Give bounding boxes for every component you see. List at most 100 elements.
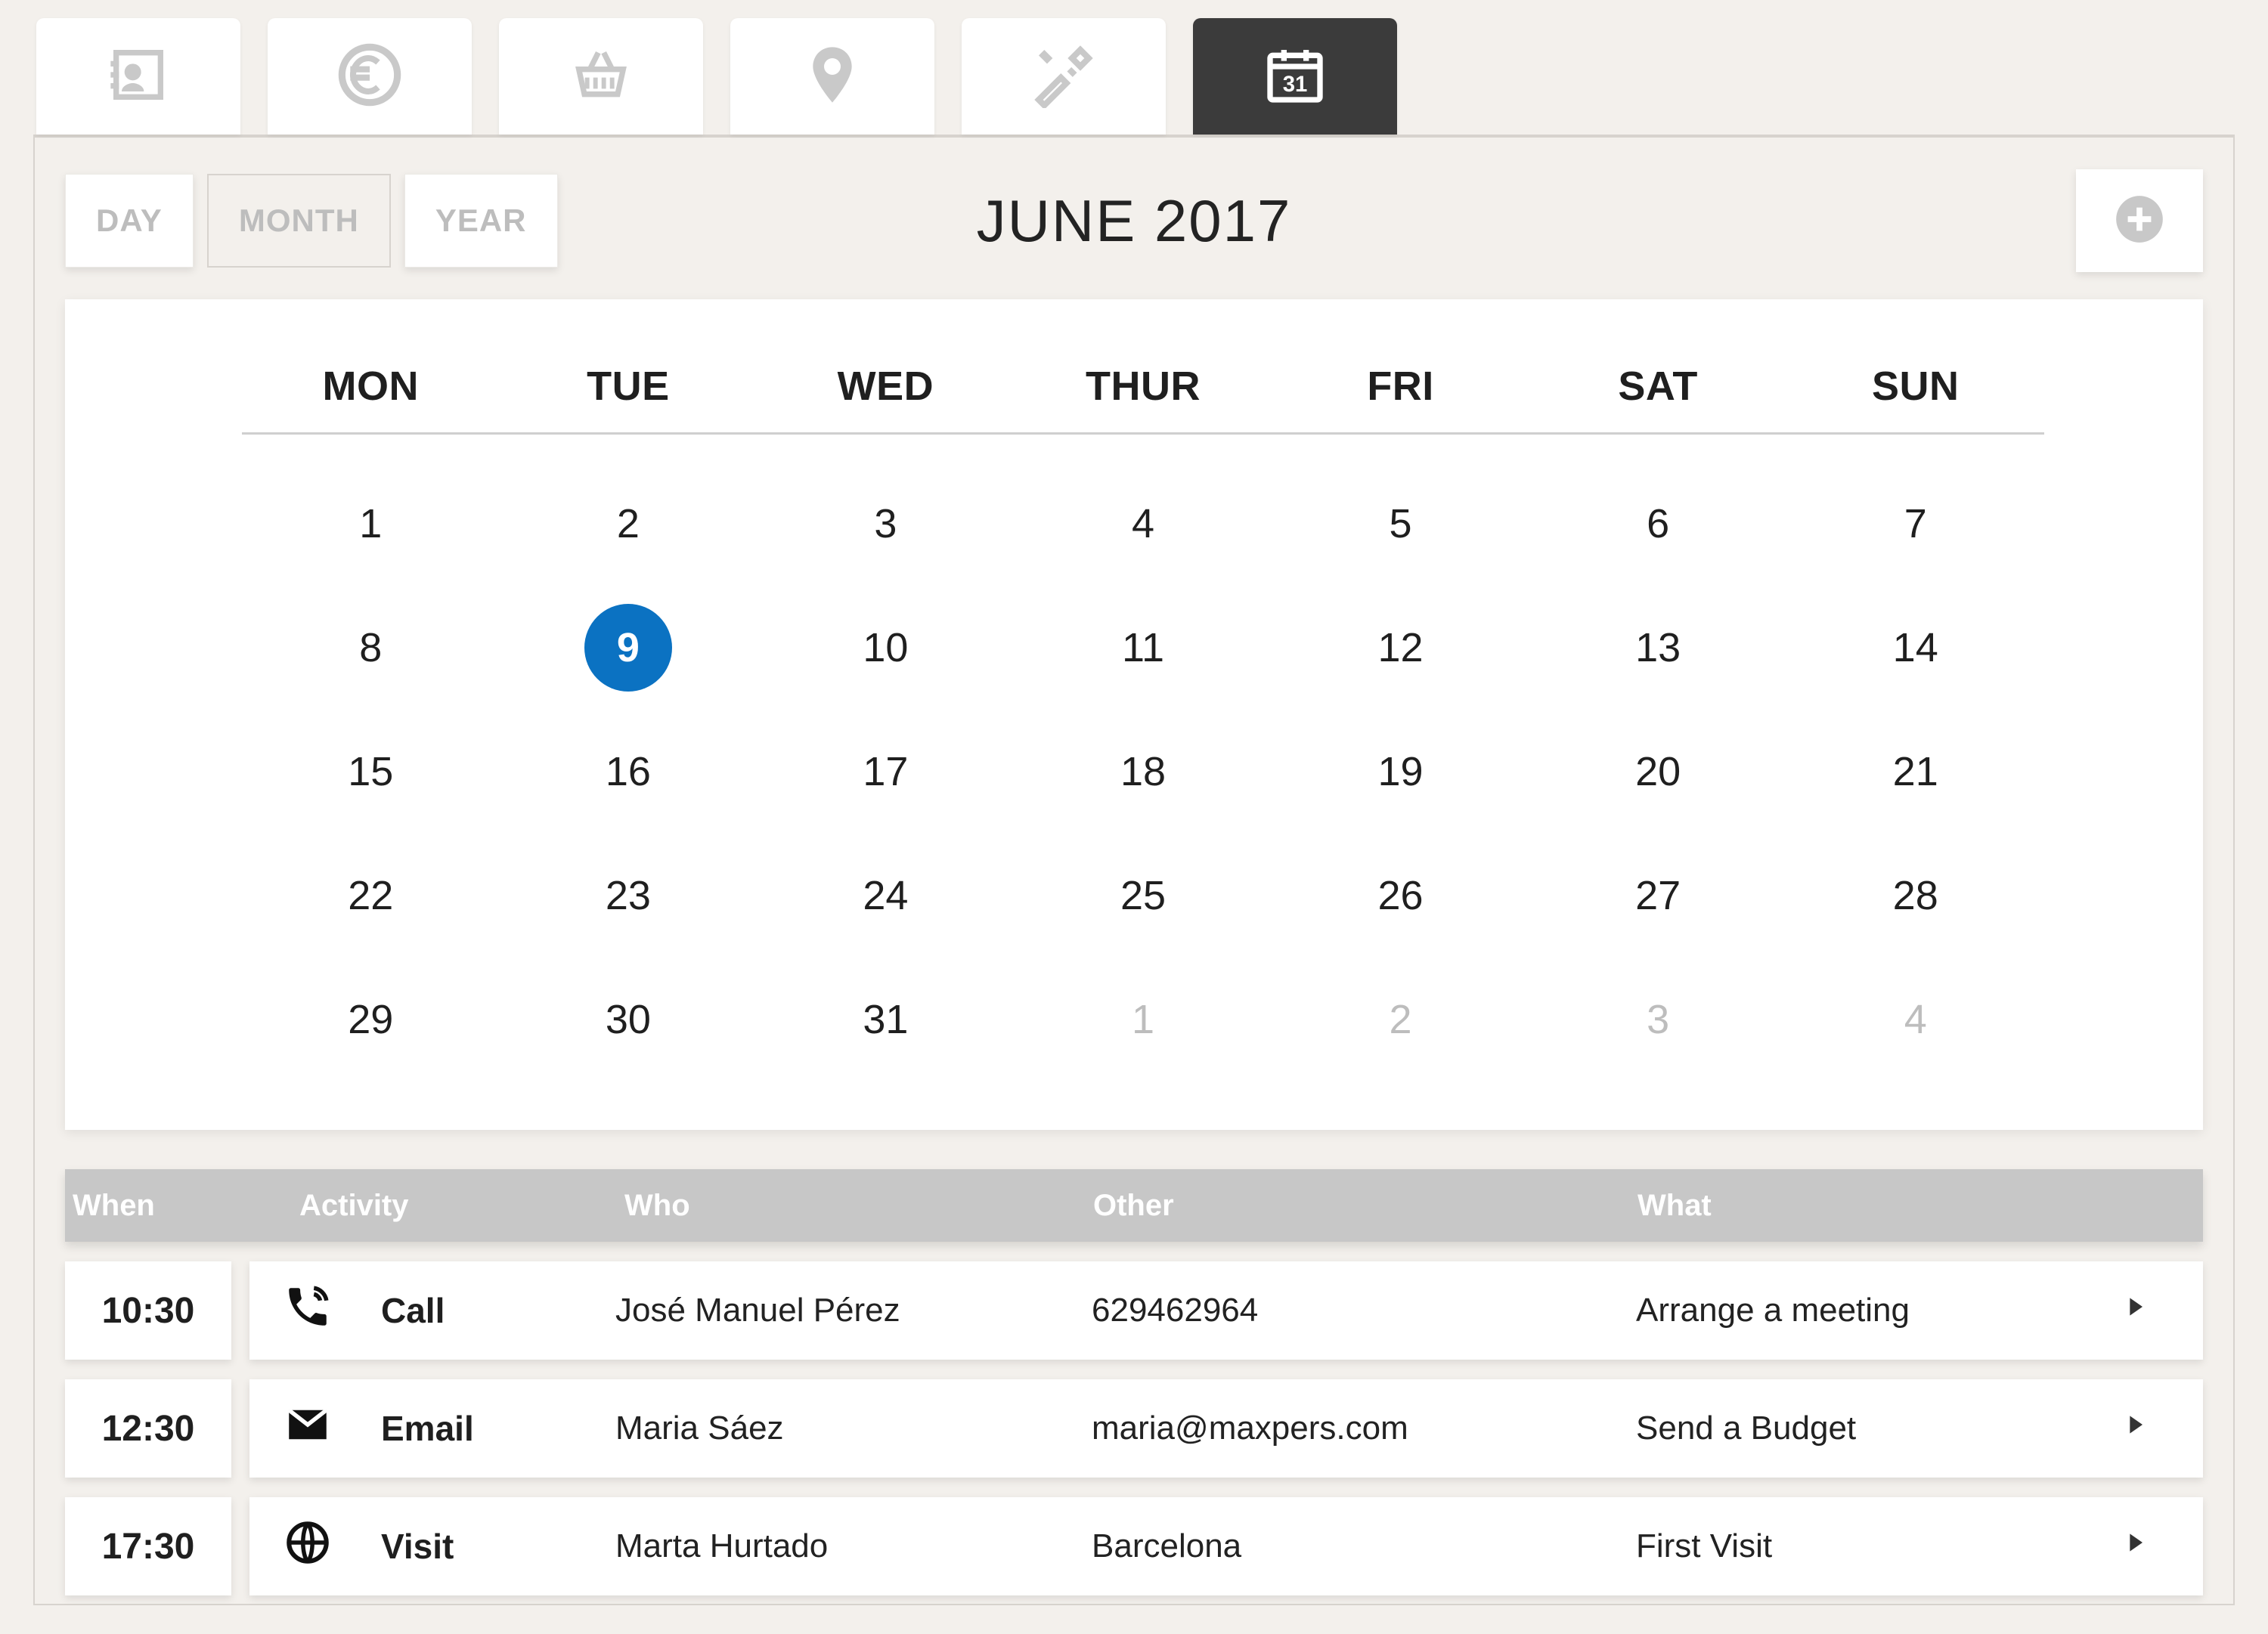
billing-tab[interactable]	[268, 18, 472, 135]
calendar-day[interactable]: 3	[757, 462, 1015, 586]
event-row-container: 10:30CallJosé Manuel Pérez629462964Arran…	[65, 1261, 2203, 1360]
chevron-right-icon[interactable]	[2120, 1527, 2188, 1566]
tools-icon	[1030, 42, 1097, 112]
calendar-day[interactable]: 23	[500, 834, 758, 958]
calendar-weekday-header: MON TUE WED THUR FRI SAT SUN	[242, 348, 2044, 435]
view-switcher: DAY MONTH YEAR	[65, 174, 558, 268]
event-row-container: 12:30EmailMaria Sáezmaria@maxpers.comSen…	[65, 1379, 2203, 1478]
weekday-wed: WED	[757, 363, 1015, 410]
calendar-day[interactable]: 8	[242, 586, 500, 710]
contacts-tab[interactable]	[36, 18, 240, 135]
event-activity: Call	[381, 1290, 615, 1331]
top-tabbar: 31	[33, 18, 2235, 135]
calendar-day[interactable]: 13	[1529, 586, 1787, 710]
view-year-button[interactable]: YEAR	[404, 174, 558, 268]
events-section: When Activity Who Other What 10:30CallJo…	[65, 1169, 2203, 1595]
calendar-day-selected[interactable]: 9	[584, 604, 672, 692]
calendar-day[interactable]: 3	[1529, 958, 1787, 1082]
col-who: Who	[624, 1189, 1093, 1223]
calendar-day[interactable]: 22	[242, 834, 500, 958]
calendar-day[interactable]: 31	[757, 958, 1015, 1082]
event-other: Barcelona	[1092, 1527, 1636, 1565]
weekday-sat: SAT	[1529, 363, 1787, 410]
calendar-day[interactable]: 6	[1529, 462, 1787, 586]
event-activity: Visit	[381, 1526, 615, 1567]
calendar-day[interactable]: 4	[1015, 462, 1272, 586]
calendar-day[interactable]: 2	[500, 462, 758, 586]
calendar-day[interactable]: 26	[1272, 834, 1529, 958]
event-row[interactable]: CallJosé Manuel Pérez629462964Arrange a …	[249, 1261, 2203, 1360]
euro-icon	[336, 42, 403, 112]
phone-icon	[283, 1282, 381, 1340]
weekday-fri: FRI	[1272, 363, 1529, 410]
event-who: José Manuel Pérez	[615, 1292, 1092, 1329]
calendar-day[interactable]: 10	[757, 586, 1015, 710]
col-what: What	[1637, 1189, 2180, 1223]
event-other: maria@maxpers.com	[1092, 1410, 1636, 1447]
event-time[interactable]: 12:30	[65, 1379, 231, 1478]
calendar-day[interactable]: 12	[1272, 586, 1529, 710]
col-activity: Activity	[299, 1189, 624, 1223]
col-other: Other	[1093, 1189, 1637, 1223]
calendar-tab[interactable]: 31	[1193, 18, 1397, 135]
chevron-right-icon[interactable]	[2120, 1292, 2188, 1330]
calendar-day[interactable]: 11	[1015, 586, 1272, 710]
view-month-button[interactable]: MONTH	[207, 174, 391, 268]
calendar-day[interactable]: 21	[1786, 710, 2044, 834]
weekday-tue: TUE	[500, 363, 758, 410]
weekday-sun: SUN	[1786, 363, 2044, 410]
calendar-day[interactable]: 25	[1015, 834, 1272, 958]
calendar-day[interactable]: 4	[1786, 958, 2044, 1082]
weekday-thur: THUR	[1015, 363, 1272, 410]
calendar-day[interactable]: 17	[757, 710, 1015, 834]
calendar-day[interactable]: 18	[1015, 710, 1272, 834]
event-time[interactable]: 17:30	[65, 1497, 231, 1595]
mail-icon	[283, 1400, 381, 1458]
view-row: DAY MONTH YEAR JUNE 2017	[65, 159, 2203, 283]
calendar-day[interactable]: 14	[1786, 586, 2044, 710]
calendar-day[interactable]: 16	[500, 710, 758, 834]
calendar-day[interactable]: 28	[1786, 834, 2044, 958]
calendar-day[interactable]: 29	[242, 958, 500, 1082]
view-day-button[interactable]: DAY	[65, 174, 194, 268]
calendar-day[interactable]: 15	[242, 710, 500, 834]
calendar-day[interactable]: 30	[500, 958, 758, 1082]
plus-icon	[2112, 191, 2167, 251]
calendar-grid: MON TUE WED THUR FRI SAT SUN 12345678910…	[65, 299, 2203, 1130]
event-time[interactable]: 10:30	[65, 1261, 231, 1360]
calendar-days: 1234567891011121314151617181920212223242…	[242, 435, 2044, 1082]
event-other: 629462964	[1092, 1292, 1636, 1329]
calendar-day[interactable]: 7	[1786, 462, 2044, 586]
orders-tab[interactable]	[499, 18, 703, 135]
locations-tab[interactable]	[730, 18, 934, 135]
tools-tab[interactable]	[962, 18, 1166, 135]
calendar-day[interactable]: 1	[1015, 958, 1272, 1082]
event-activity: Email	[381, 1408, 615, 1449]
event-what: Arrange a meeting	[1636, 1292, 2120, 1329]
calendar-day[interactable]: 24	[757, 834, 1015, 958]
basket-icon	[568, 42, 634, 112]
event-who: Marta Hurtado	[615, 1527, 1092, 1565]
event-what: First Visit	[1636, 1527, 2120, 1565]
event-what: Send a Budget	[1636, 1410, 2120, 1447]
calendar-day[interactable]: 19	[1272, 710, 1529, 834]
col-when: When	[73, 1189, 299, 1223]
events-header: When Activity Who Other What	[65, 1169, 2203, 1242]
add-event-button[interactable]	[2076, 169, 2203, 272]
calendar-panel: DAY MONTH YEAR JUNE 2017 MON TUE WED THU…	[33, 135, 2235, 1605]
calendar-day[interactable]: 27	[1529, 834, 1787, 958]
event-row[interactable]: VisitMarta HurtadoBarcelonaFirst Visit	[249, 1497, 2203, 1595]
globe-icon	[283, 1518, 381, 1576]
contact-card-icon	[105, 42, 172, 112]
svg-text:31: 31	[1283, 72, 1308, 97]
event-row[interactable]: EmailMaria Sáezmaria@maxpers.comSend a B…	[249, 1379, 2203, 1478]
event-who: Maria Sáez	[615, 1410, 1092, 1447]
calendar-day[interactable]: 9	[500, 586, 758, 710]
chevron-right-icon[interactable]	[2120, 1410, 2188, 1448]
calendar-day[interactable]: 20	[1529, 710, 1787, 834]
calendar-day[interactable]: 1	[242, 462, 500, 586]
calendar-day[interactable]: 5	[1272, 462, 1529, 586]
pin-icon	[799, 42, 866, 112]
event-row-container: 17:30VisitMarta HurtadoBarcelonaFirst Vi…	[65, 1497, 2203, 1595]
calendar-day[interactable]: 2	[1272, 958, 1529, 1082]
